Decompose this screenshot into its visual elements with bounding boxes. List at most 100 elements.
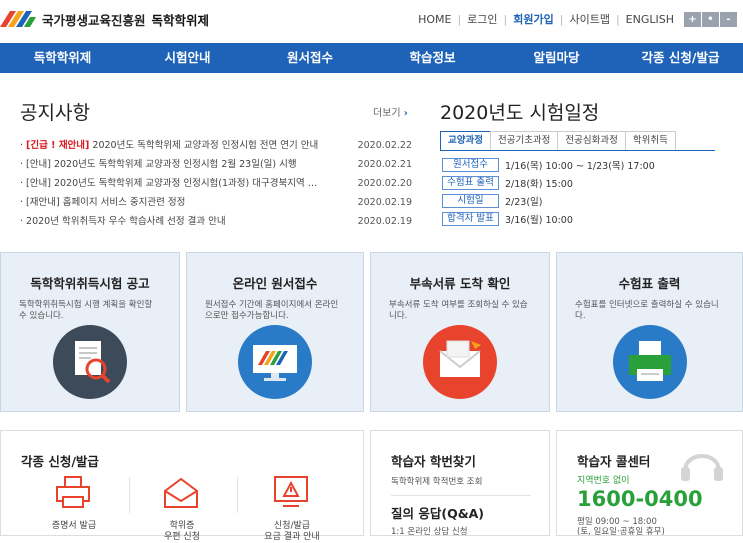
font-decrease-button[interactable]: - (720, 11, 737, 27)
notice-item-title: [안내] 2020년도 독학학위제 교양과정 인정시험(1과정) 대구경북지역 … (26, 178, 318, 189)
nav-item-requests[interactable]: 각종 신청/발급 (618, 43, 743, 73)
divider (129, 477, 130, 513)
schedule-tabs: 교양과정 전공기초과정 전공심화과정 학위취득 (440, 131, 715, 151)
qa-desc: 1:1 온라인 상담 신청 (391, 527, 468, 537)
util-home-link[interactable]: HOME (418, 13, 451, 26)
main-nav: 독학학위제 시험안내 원서접수 학습정보 알림마당 각종 신청/발급 (0, 43, 743, 73)
notice-item[interactable]: · [안내] 2020년도 독학학위제 교양과정 인정시험 2월 23일(일) … (20, 155, 412, 174)
schedule-row: 합격자 발표 3/16(월) 10:00 (442, 210, 717, 228)
schedule-title: 2020년도 시험일정 (440, 102, 600, 124)
envelope-icon[interactable] (161, 475, 201, 511)
card-exam-notice[interactable]: 독학학위취득시험 공고 독학학위취득시험 시행 계획을 확인할 수 있습니다. (0, 252, 180, 412)
chevron-right-icon: › (403, 108, 408, 119)
nav-item-study[interactable]: 학습정보 (370, 43, 495, 73)
headset-icon (679, 445, 725, 489)
card-title: 부속서류 도착 확인 (409, 276, 511, 291)
divider: | (559, 12, 564, 26)
callcenter-hours: 평일 09:00 ~ 18:00 (토, 일요일·공휴일 휴무) (577, 517, 665, 537)
card-online-apply[interactable]: 온라인 원서접수 원서접수 기간에 홈페이지에서 온라인으로만 접수가능합니다. (186, 252, 364, 412)
util-join-link[interactable]: 회원가입 (513, 11, 553, 27)
apply-item-label[interactable]: 증명서 발급 (29, 521, 119, 532)
apply-box: 각종 신청/발급 증명서 발급 학위증 우편 신청 신청/발급 요금 결과 안내 (0, 430, 364, 542)
document-search-icon (53, 325, 127, 399)
callcenter-sub: 지역번호 없이 (577, 476, 630, 486)
divider: | (503, 12, 508, 26)
notice-item[interactable]: · [긴급 ! 재안내] 2020년도 독학학위제 교양과정 인정시험 전면 연… (20, 136, 412, 155)
notice-item-title: 2020년도 독학학위제 교양과정 인정시험 전면 연기 안내 (92, 140, 319, 151)
notice-list: · [긴급 ! 재안내] 2020년도 독학학위제 교양과정 인정시험 전면 연… (20, 136, 412, 231)
card-desc: 부속서류 도착 여부를 조회하실 수 있습니다. (389, 300, 528, 321)
schedule-key: 시험일 (442, 194, 499, 208)
bottom-section: 각종 신청/발급 증명서 발급 학위증 우편 신청 신청/발급 요금 결과 안내… (0, 430, 743, 542)
schedule-value: 3/16(월) 10:00 (505, 215, 573, 226)
divider: | (615, 12, 620, 26)
more-label: 더보기 (373, 108, 401, 119)
utility-nav: HOME | 로그인 | 회원가입 | 사이트맵 | ENGLISH + • - (418, 11, 737, 27)
nav-item-degree[interactable]: 독학학위제 (0, 43, 125, 73)
schedule-list: 원서접수 1/16(목) 10:00 ~ 1/23(목) 17:00 수험표 출력… (442, 156, 717, 228)
schedule-value: 2/18(화) 15:00 (505, 179, 573, 190)
font-size-controls: + • - (684, 11, 737, 27)
font-reset-button[interactable]: • (702, 11, 719, 27)
notice-item-title: 2020년 학위취득자 우수 학습사례 선정 결과 안내 (26, 216, 226, 227)
nav-item-application[interactable]: 원서접수 (250, 43, 370, 73)
card-desc: 원서접수 기간에 홈페이지에서 온라인으로만 접수가능합니다. (205, 300, 339, 321)
tab-major-advanced[interactable]: 전공심화과정 (557, 131, 626, 150)
util-english-link[interactable]: ENGLISH (626, 13, 674, 26)
notice-more-link[interactable]: 더보기 › (373, 104, 408, 119)
tab-major-basic[interactable]: 전공기초과정 (489, 131, 559, 150)
callcenter-phone: 1600-0400 (577, 487, 703, 511)
divider: | (457, 12, 462, 26)
notice-item-date: 2020.02.19 (357, 197, 412, 208)
card-title: 수험표 출력 (618, 276, 681, 291)
org-name: 국가평생교육진흥원 (42, 12, 146, 28)
urgent-tag: [긴급 ! 재안내] (26, 140, 90, 151)
apply-title: 각종 신청/발급 (21, 454, 99, 469)
schedule-row: 시험일 2/23(일) (442, 192, 717, 210)
nav-item-exam[interactable]: 시험안내 (125, 43, 250, 73)
learner-title[interactable]: 학습자 학번찾기 (391, 451, 476, 470)
monitor-icon (238, 325, 312, 399)
qa-title[interactable]: 질의 응답(Q&A) (391, 503, 484, 522)
site-logo[interactable]: 국가평생교육진흥원 독학학위제 (0, 7, 209, 31)
schedule-row: 원서접수 1/16(목) 10:00 ~ 1/23(목) 17:00 (442, 156, 717, 174)
notice-section: 공지사항 (20, 98, 412, 125)
notice-item[interactable]: · [안내] 2020년도 독학학위제 교양과정 인정시험(1과정) 대구경북지… (20, 174, 412, 193)
util-login-link[interactable]: 로그인 (467, 11, 497, 27)
notice-item[interactable]: · 2020년 학위취득자 우수 학습사례 선정 결과 안내 2020.02.19 (20, 212, 412, 231)
card-desc: 독학학위취득시험 시행 계획을 확인할 수 있습니다. (19, 300, 153, 321)
schedule-value: 1/16(목) 10:00 ~ 1/23(목) 17:00 (505, 161, 655, 172)
card-ticket-print[interactable]: 수험표 출력 수험표를 인터넷으로 출력하실 수 있습니다. (556, 252, 743, 412)
learner-desc: 독학학위제 학적번호 조회 (391, 477, 483, 487)
printer-icon[interactable] (53, 475, 93, 511)
schedule-key: 수험표 출력 (442, 176, 499, 190)
nav-item-notice[interactable]: 알림마당 (495, 43, 618, 73)
card-title: 독학학위취득시험 공고 (30, 276, 150, 291)
logo-mark-icon (0, 9, 36, 29)
util-sitemap-link[interactable]: 사이트맵 (569, 11, 609, 27)
schedule-value: 2/23(일) (505, 197, 543, 208)
notice-item-date: 2020.02.22 (357, 140, 412, 151)
quick-cards: 독학학위취득시험 공고 독학학위취득시험 시행 계획을 확인할 수 있습니다. … (0, 252, 743, 412)
divider (237, 477, 238, 513)
site-name: 독학학위제 (151, 12, 210, 28)
notice-item-date: 2020.02.19 (357, 216, 412, 227)
apply-item-label[interactable]: 신청/발급 요금 결과 안내 (247, 521, 337, 543)
hours-weekday: 평일 09:00 ~ 18:00 (577, 517, 657, 527)
tab-general[interactable]: 교양과정 (440, 131, 491, 150)
notice-title: 공지사항 (20, 102, 90, 124)
callcenter-title: 학습자 콜센터 (577, 454, 651, 469)
card-document-check[interactable]: 부속서류 도착 확인 부속서류 도착 여부를 조회하실 수 있습니다. (370, 252, 550, 412)
font-increase-button[interactable]: + (684, 11, 701, 27)
alert-monitor-icon[interactable] (271, 475, 311, 511)
schedule-section: 2020년도 시험일정 (440, 98, 715, 125)
apply-item-label[interactable]: 학위증 우편 신청 (137, 521, 227, 543)
notice-item[interactable]: · [재안내] 홈페이지 서비스 중지관련 정정 2020.02.19 (20, 193, 412, 212)
schedule-row: 수험표 출력 2/18(화) 15:00 (442, 174, 717, 192)
divider (391, 495, 531, 496)
learner-box: 학습자 학번찾기 독학학위제 학적번호 조회 질의 응답(Q&A) 1:1 온라… (370, 430, 550, 537)
tab-degree[interactable]: 학위취득 (624, 131, 676, 150)
schedule-key: 합격자 발표 (442, 212, 499, 226)
schedule-key: 원서접수 (442, 158, 499, 172)
callcenter-box: 학습자 콜센터 지역번호 없이 1600-0400 평일 09:00 ~ 18:… (556, 430, 743, 537)
